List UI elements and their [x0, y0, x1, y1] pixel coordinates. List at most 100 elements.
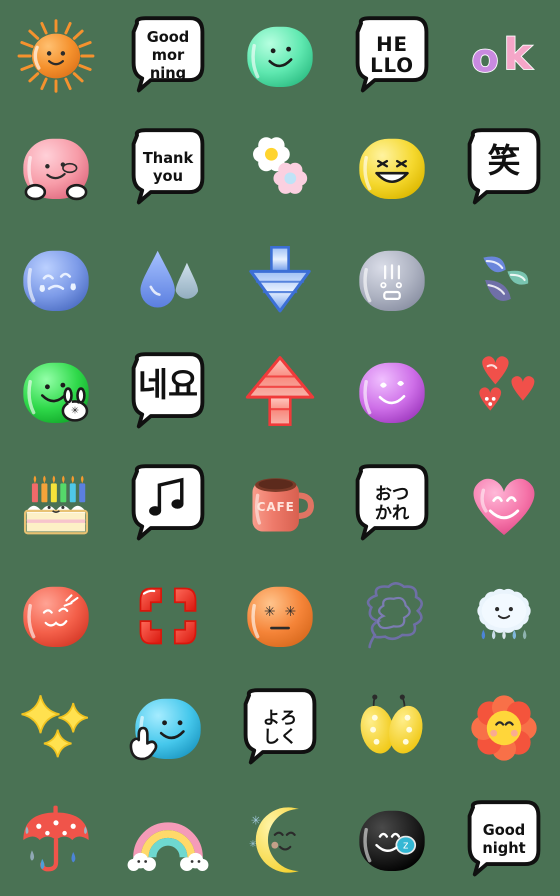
svg-text:✳: ✳ — [285, 604, 297, 620]
hearts-trio-icon — [461, 349, 547, 435]
yellow-laugh-face-icon — [349, 125, 435, 211]
svg-text:おつ: おつ — [375, 485, 409, 505]
anger-mark-icon — [125, 573, 211, 659]
svg-text:HE: HE — [376, 33, 408, 56]
anger-mark[interactable] — [112, 560, 224, 672]
svg-text:you: you — [153, 168, 183, 185]
flower-face-icon — [461, 685, 547, 771]
svg-text:よろ: よろ — [263, 709, 297, 729]
music-note-bubble[interactable] — [112, 448, 224, 560]
svg-text:k: k — [503, 30, 533, 80]
blue-crying-face[interactable] — [0, 224, 112, 336]
petals-trio-icon — [461, 237, 547, 323]
hello-bubble-icon: HE LLO — [349, 13, 435, 99]
crescent-moon-icon: ✳ ✳ — [237, 797, 323, 883]
cafe-mug[interactable]: CAFE — [224, 448, 336, 560]
svg-text:mor: mor — [152, 47, 185, 64]
down-arrow-blue[interactable] — [224, 224, 336, 336]
yoroshiku-bubble[interactable]: よろ しく — [224, 672, 336, 784]
sparkles[interactable] — [0, 672, 112, 784]
butterfly[interactable] — [336, 672, 448, 784]
svg-text:しく: しく — [263, 727, 297, 747]
rainbow-clouds-icon — [125, 797, 211, 883]
yellow-laugh-face[interactable] — [336, 112, 448, 224]
music-note-bubble-icon — [125, 461, 211, 547]
svg-text:CAFE: CAFE — [257, 500, 295, 514]
up-arrow-red-icon — [237, 349, 323, 435]
svg-text:笑: 笑 — [488, 142, 521, 180]
scribble-mark[interactable] — [336, 560, 448, 672]
sparkles-icon — [13, 685, 99, 771]
svg-text:night: night — [482, 840, 525, 857]
sun-emoji-icon — [13, 13, 99, 99]
svg-text:ning: ning — [150, 65, 186, 82]
svg-text:Good: Good — [147, 29, 190, 46]
svg-text:Good: Good — [483, 822, 526, 839]
ok-text-icon: ok — [461, 13, 547, 99]
orange-annoyed-face-icon: ✳ ✳ — [237, 573, 323, 659]
hearts-trio[interactable] — [448, 336, 560, 448]
good-morning-bubble[interactable]: Good mor ning — [112, 0, 224, 112]
mint-smile-face[interactable] — [224, 0, 336, 112]
red-angry-face[interactable] — [0, 560, 112, 672]
water-drops[interactable] — [112, 224, 224, 336]
thank-you-bubble-icon: Thank you — [125, 125, 211, 211]
petals-trio[interactable] — [448, 224, 560, 336]
pink-shy-face[interactable] — [0, 112, 112, 224]
up-arrow-red[interactable] — [224, 336, 336, 448]
birthday-cake-icon — [13, 461, 99, 547]
butterfly-icon — [349, 685, 435, 771]
rain-cloud-icon — [461, 573, 547, 659]
gray-shocked-face[interactable] — [336, 224, 448, 336]
flowers-daisy-icon — [237, 125, 323, 211]
svg-text:LLO: LLO — [370, 54, 414, 77]
ok-text[interactable]: ok — [448, 0, 560, 112]
pink-heart-face[interactable] — [448, 448, 560, 560]
flower-face[interactable] — [448, 672, 560, 784]
korean-bubble[interactable]: 네요 — [112, 336, 224, 448]
green-peace-face-icon: ✳ — [13, 349, 99, 435]
svg-text:Thank: Thank — [143, 150, 194, 167]
birthday-cake[interactable] — [0, 448, 112, 560]
water-drops-icon — [125, 237, 211, 323]
orange-annoyed-face[interactable]: ✳ ✳ — [224, 560, 336, 672]
umbrella-rain-icon — [13, 797, 99, 883]
crescent-moon[interactable]: ✳ ✳ — [224, 784, 336, 896]
black-sleeping-face-icon: z — [349, 797, 435, 883]
pink-shy-face-icon — [13, 125, 99, 211]
cyan-click-face[interactable] — [112, 672, 224, 784]
korean-bubble-icon: 네요 — [125, 349, 211, 435]
yoroshiku-bubble-icon: よろ しく — [237, 685, 323, 771]
mint-smile-face-icon — [237, 13, 323, 99]
good-night-bubble-icon: Good night — [461, 797, 547, 883]
purple-love-face[interactable] — [336, 336, 448, 448]
scribble-mark-icon — [349, 573, 435, 659]
warai-kanji-bubble[interactable]: 笑 — [448, 112, 560, 224]
otsukare-bubble-icon: おつ かれ — [349, 461, 435, 547]
warai-kanji-bubble-icon: 笑 — [461, 125, 547, 211]
down-arrow-blue-icon — [237, 237, 323, 323]
svg-text:✳: ✳ — [71, 406, 79, 417]
emoji-sticker-grid: Good mor ning HE LLO o k Thank you 笑 ✳ 네요 CAFE おつ かれ ✳ ✳… — [0, 0, 560, 896]
red-angry-face-icon — [13, 573, 99, 659]
svg-text:✳: ✳ — [264, 604, 276, 620]
svg-text:o: o — [471, 36, 498, 82]
thank-you-bubble[interactable]: Thank you — [112, 112, 224, 224]
rainbow-clouds[interactable] — [112, 784, 224, 896]
cafe-mug-icon: CAFE — [237, 461, 323, 547]
hello-bubble[interactable]: HE LLO — [336, 0, 448, 112]
good-night-bubble[interactable]: Good night — [448, 784, 560, 896]
svg-text:z: z — [403, 840, 408, 852]
green-peace-face[interactable]: ✳ — [0, 336, 112, 448]
flowers-daisy[interactable] — [224, 112, 336, 224]
purple-love-face-icon — [349, 349, 435, 435]
svg-text:かれ: かれ — [375, 503, 410, 523]
gray-shocked-face-icon — [349, 237, 435, 323]
black-sleeping-face[interactable]: z — [336, 784, 448, 896]
good-morning-bubble-icon: Good mor ning — [125, 13, 211, 99]
rain-cloud[interactable] — [448, 560, 560, 672]
umbrella-rain[interactable] — [0, 784, 112, 896]
svg-text:네요: 네요 — [138, 366, 198, 404]
otsukare-bubble[interactable]: おつ かれ — [336, 448, 448, 560]
sun-emoji[interactable] — [0, 0, 112, 112]
